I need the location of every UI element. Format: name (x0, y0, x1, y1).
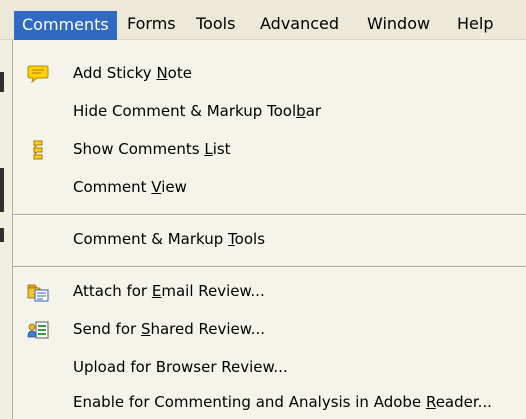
menu-item-label: Upload for Browser Review... (73, 358, 288, 376)
menu-item-hide-markup-toolbar[interactable]: Hide Comment & Markup Toolbar (13, 94, 526, 128)
email-review-icon (27, 281, 49, 303)
sticky-note-icon (27, 63, 49, 85)
menu-item-label: Add Sticky Note (73, 64, 192, 82)
menu-bar: Comments Forms Tools Advanced Window Hel… (0, 0, 526, 41)
menu-item-label: Comment View (73, 178, 187, 196)
menu-item-upload-browser-review[interactable]: Upload for Browser Review... (13, 350, 526, 384)
menu-advanced[interactable]: Advanced (252, 12, 347, 40)
menu-item-label: Send for Shared Review... (73, 320, 265, 338)
menu-separator (13, 214, 526, 216)
menu-window[interactable]: Window (359, 12, 438, 40)
menu-item-enable-commenting-adobe-reader[interactable]: Enable for Commenting and Analysis in Ad… (13, 385, 526, 419)
menu-comments[interactable]: Comments (14, 11, 117, 41)
menu-item-label: Enable for Commenting and Analysis in Ad… (73, 393, 492, 411)
menu-item-label: Attach for Email Review... (73, 282, 265, 300)
menu-item-label: Hide Comment & Markup Toolbar (73, 102, 322, 120)
menu-help[interactable]: Help (449, 12, 501, 40)
menu-forms[interactable]: Forms (119, 12, 184, 40)
menu-item-add-sticky-note[interactable]: Add Sticky Note (13, 56, 526, 90)
menu-item-show-comments-list[interactable]: Show Comments List (13, 132, 526, 166)
menu-item-attach-email-review[interactable]: Attach for Email Review... (13, 274, 526, 308)
menu-item-comment-view[interactable]: Comment View (13, 170, 526, 204)
menu-tools[interactable]: Tools (188, 12, 243, 40)
shared-review-icon (27, 319, 49, 341)
menu-item-send-shared-review[interactable]: Send for Shared Review... (13, 312, 526, 346)
comments-list-icon (27, 139, 49, 161)
menu-separator (13, 266, 526, 268)
menu-item-label: Show Comments List (73, 140, 231, 158)
menu-item-comment-markup-tools[interactable]: Comment & Markup Tools (13, 222, 526, 256)
comments-dropdown-menu: Add Sticky Note Hide Comment & Markup To… (12, 40, 526, 419)
menu-item-label: Comment & Markup Tools (73, 230, 266, 248)
